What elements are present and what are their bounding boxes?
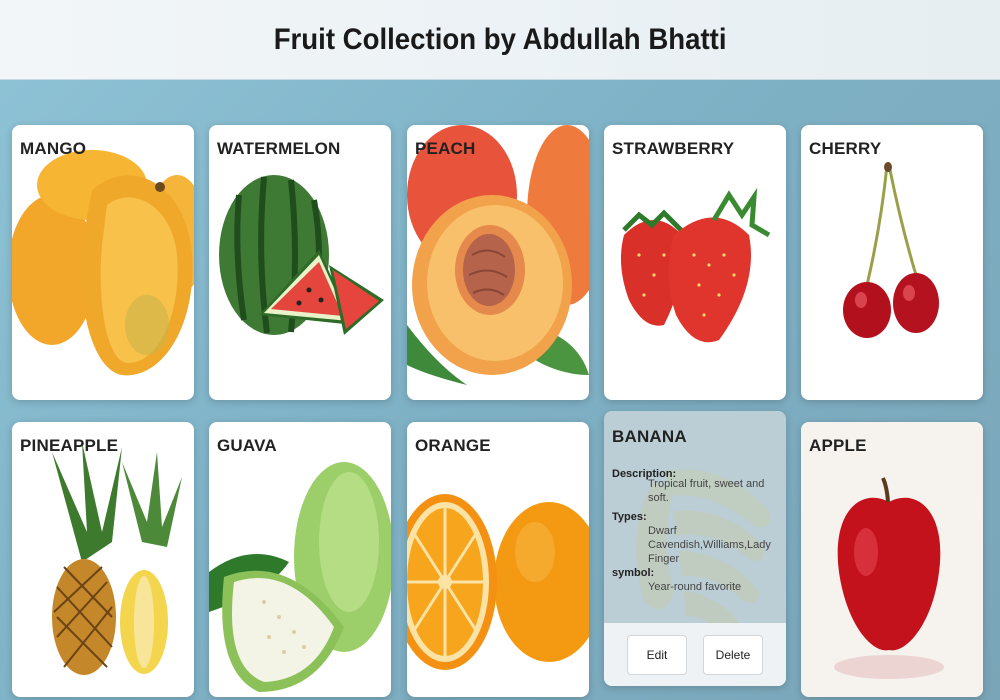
edit-button[interactable]: Edit [627,634,687,675]
pineapple-image [52,442,182,675]
types-value: Dwarf Cavendish,Williams,Lady Finger [648,525,771,565]
fruit-name: GUAVA [217,436,277,455]
fruit-name: CHERRY [809,139,882,158]
fruit-card-strawberry[interactable]: STRAWBERRY [604,125,786,400]
fruit-name: PINEAPPLE [20,436,119,455]
fruit-card-pineapple[interactable]: PINEAPPLE [12,422,194,697]
fruit-card-peach[interactable]: PEACH [407,125,589,400]
card-actions: Edit Delete [604,623,786,686]
page-header: Fruit Collection by Abdullah Bhatti [0,0,1000,80]
delete-button[interactable]: Delete [703,634,763,675]
fruit-name: APPLE [809,436,867,455]
fruit-name: MANGO [20,139,87,158]
strawberry-image [620,187,771,343]
types-label: Types: [612,511,647,523]
fruit-card-banana[interactable]: BANANA Description: Tropical fruit, swee… [604,411,786,686]
orange-image [407,494,589,670]
peach-image [407,125,589,385]
apple-image [801,422,983,697]
fruit-name: WATERMELON [217,139,341,158]
fruit-name: ORANGE [415,436,491,455]
fruit-card-mango[interactable]: MANGO [12,125,194,400]
fruit-card-watermelon[interactable]: WATERMELON [209,125,391,400]
description-value: Tropical fruit, sweet and soft. [648,478,765,504]
fruit-card-apple[interactable]: APPLE [801,422,983,697]
page-title: Fruit Collection by Abdullah Bhatti [273,22,727,56]
cherry-image [843,162,939,338]
mango-image [12,150,194,376]
guava-image [209,462,391,692]
symbol-label: symbol: [612,567,655,579]
fruit-name: BANANA [612,427,687,446]
fruit-details: Description: Tropical fruit, sweet and s… [612,467,780,599]
fruit-name: STRAWBERRY [612,139,735,158]
fruit-card-cherry[interactable]: CHERRY [801,125,983,400]
fruit-name: PEACH [415,139,476,158]
watermelon-image [219,175,384,335]
fruit-card-guava[interactable]: GUAVA [209,422,391,697]
fruit-card-orange[interactable]: ORANGE [407,422,589,697]
symbol-value: Year-round favorite [648,581,742,593]
